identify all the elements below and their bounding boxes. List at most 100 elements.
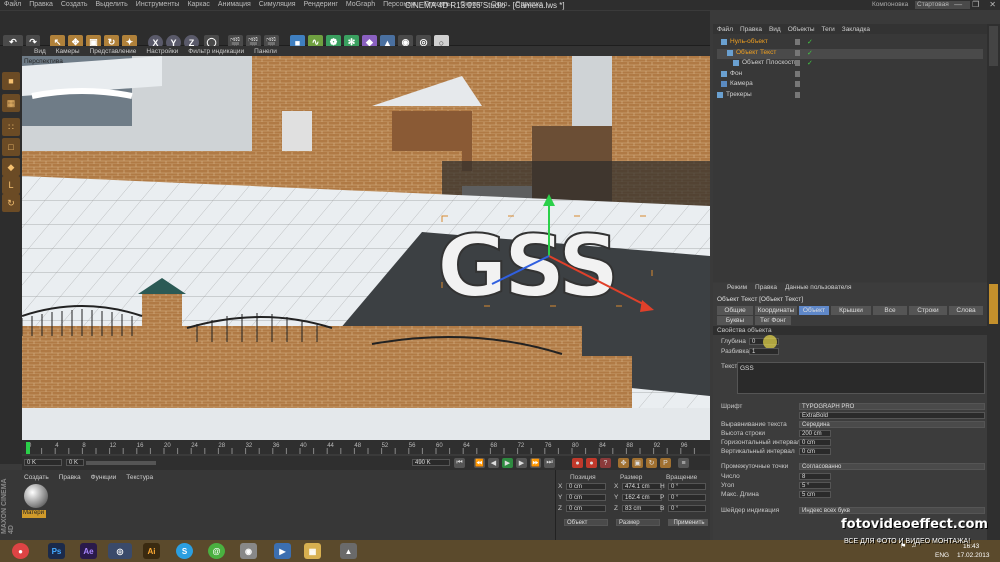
check-icon[interactable]: ✓ — [807, 49, 813, 57]
start-frame-field[interactable]: 0 K — [66, 459, 84, 466]
attribute-tab[interactable]: Объект — [799, 306, 829, 315]
viewport-menu-item[interactable]: Настройки — [146, 48, 178, 55]
attr-field-height[interactable]: 200 cm — [799, 430, 831, 437]
menu-item[interactable]: Файл — [4, 1, 21, 8]
object-menu-item[interactable]: Объекты — [788, 26, 815, 33]
viewport-menu-item[interactable]: Камеры — [56, 48, 80, 55]
size-mode-dropdown[interactable]: Размер — [616, 519, 660, 526]
coord-value-field[interactable]: 162.4 cm — [622, 494, 662, 501]
attribute-tab[interactable]: Тег Фонг — [755, 316, 791, 325]
menu-item[interactable]: Правка — [29, 1, 53, 8]
key-rotation-icon[interactable]: ↻ — [646, 458, 657, 468]
network-icon[interactable]: ◉ — [240, 543, 257, 559]
attribute-tab[interactable]: Строки — [909, 306, 947, 315]
texture-mode-icon[interactable]: ▦ — [2, 94, 20, 112]
side-tab-objects[interactable] — [989, 26, 998, 66]
object-menu-item[interactable]: Закладка — [842, 26, 870, 33]
key-position-icon[interactable]: ✥ — [618, 458, 629, 468]
goto-end-icon[interactable]: ⏭ — [544, 458, 555, 468]
visibility-icon[interactable] — [795, 60, 800, 66]
material-name[interactable]: Матери — [22, 510, 46, 518]
object-menu-item[interactable]: Правка — [740, 26, 762, 33]
object-name[interactable]: Фон — [730, 70, 742, 77]
coord-value-field[interactable]: 83 cm — [622, 505, 662, 512]
object-name[interactable]: Нуль-объект — [730, 38, 768, 45]
attribute-tab[interactable]: Координаты — [755, 306, 797, 315]
next-key-icon[interactable]: ⏩ — [530, 458, 541, 468]
close-icon[interactable]: ✕ — [989, 0, 996, 9]
object-name[interactable]: Объект Текст — [736, 49, 776, 56]
snap-icon[interactable]: ↻ — [2, 194, 20, 212]
viewport-menu-item[interactable]: Представление — [90, 48, 137, 55]
polygons-mode-icon[interactable]: ◆ — [2, 158, 20, 176]
end-frame-field[interactable]: 490 K — [412, 459, 450, 466]
apply-button[interactable]: Применить — [668, 519, 708, 526]
prev-frame-icon[interactable]: ◀ — [488, 458, 499, 468]
visibility-icon[interactable] — [795, 39, 800, 45]
attr-field-align[interactable]: Середина — [799, 421, 985, 428]
illustrator-icon[interactable]: Ai — [143, 543, 160, 559]
check-icon[interactable]: ✓ — [807, 59, 813, 67]
explorer-icon[interactable]: ▦ — [304, 543, 321, 559]
coord-value-field[interactable]: 0 ° — [668, 483, 706, 490]
edges-mode-icon[interactable]: □ — [2, 138, 20, 156]
menu-item[interactable]: MoGraph — [346, 1, 375, 8]
attr-field-hspace[interactable]: 0 cm — [799, 439, 831, 446]
object-row[interactable]: Трекеры — [717, 91, 983, 101]
material-menu-item[interactable]: Текстура — [126, 474, 153, 481]
after-effects-icon[interactable]: Ae — [80, 543, 97, 559]
attr-field-font[interactable]: TYPOGRAPH PRO — [799, 403, 985, 410]
attribute-tab[interactable]: Все — [873, 306, 907, 315]
attribute-menu-item[interactable]: Данные пользователя — [785, 284, 851, 291]
coord-value-field[interactable]: 0 ° — [668, 505, 706, 512]
autokey-icon[interactable]: ● — [586, 458, 597, 468]
attr-field-shader[interactable]: Индекс всех букв — [799, 507, 985, 514]
object-name[interactable]: Объект Плоскость — [742, 59, 798, 66]
menu-item[interactable]: Симуляция — [259, 1, 296, 8]
model-mode-icon[interactable]: ■ — [2, 72, 20, 90]
restore-icon[interactable]: ❐ — [972, 0, 979, 9]
object-menu-item[interactable]: Теги — [822, 26, 835, 33]
visibility-icon[interactable] — [795, 81, 800, 87]
photoshop-icon[interactable]: Ps — [48, 543, 65, 559]
attribute-menu-item[interactable]: Правка — [755, 284, 777, 291]
timeline[interactable]: 0481216202428323640444852566064687276808… — [22, 440, 710, 454]
object-menu-item[interactable]: Файл — [717, 26, 733, 33]
object-menu-item[interactable]: Вид — [769, 26, 781, 33]
attribute-menu-item[interactable]: Режим — [727, 284, 747, 291]
material-menu-item[interactable]: Функции — [91, 474, 117, 481]
side-tab-attributes[interactable] — [989, 284, 998, 324]
coord-value-field[interactable]: 0 cm — [566, 494, 606, 501]
key-param-icon[interactable]: P — [660, 458, 671, 468]
object-row[interactable]: Объект Плоскость ✓ — [717, 59, 983, 69]
keyframe-selection-icon[interactable]: ? — [600, 458, 611, 468]
attribute-tab[interactable]: Буквы — [717, 316, 753, 325]
icq-icon[interactable]: @ — [208, 543, 225, 559]
coord-mode-dropdown[interactable]: Объект — [564, 519, 608, 526]
check-icon[interactable]: ✓ — [807, 38, 813, 46]
goto-start-icon[interactable]: ⏮ — [454, 458, 465, 468]
menu-item[interactable]: Каркас — [187, 1, 209, 8]
material-menu-item[interactable]: Правка — [59, 474, 81, 481]
attribute-tab[interactable]: Общие — [717, 306, 753, 315]
viewport-menu-item[interactable]: Панели — [254, 48, 277, 55]
attr-field-maxlen[interactable]: 5 cm — [799, 491, 831, 498]
material-ball-icon[interactable] — [24, 484, 48, 508]
attr-field-num[interactable]: 8 — [799, 473, 831, 480]
play-icon[interactable]: ▶ — [502, 458, 513, 468]
visibility-icon[interactable] — [795, 91, 800, 98]
attr-field-angle[interactable]: 5 ° — [799, 482, 831, 489]
object-name[interactable]: Трекеры — [726, 91, 752, 98]
object-row[interactable]: Фон — [717, 70, 983, 80]
coord-value-field[interactable]: 0 ° — [668, 494, 706, 501]
points-mode-icon[interactable]: ∷ — [2, 118, 20, 136]
next-frame-icon[interactable]: ▶ — [516, 458, 527, 468]
axis-mode-icon[interactable]: L — [2, 176, 20, 194]
minimize-icon[interactable]: — — [954, 0, 962, 9]
skype-icon[interactable]: S — [176, 543, 193, 559]
menu-item[interactable]: Рендеринг — [304, 1, 338, 8]
media-player-icon[interactable]: ▶ — [274, 543, 291, 559]
timeline-menu-icon[interactable]: ≡ — [678, 458, 689, 468]
attribute-tab[interactable]: Слова — [949, 306, 983, 315]
menu-item[interactable]: Создать — [61, 1, 88, 8]
